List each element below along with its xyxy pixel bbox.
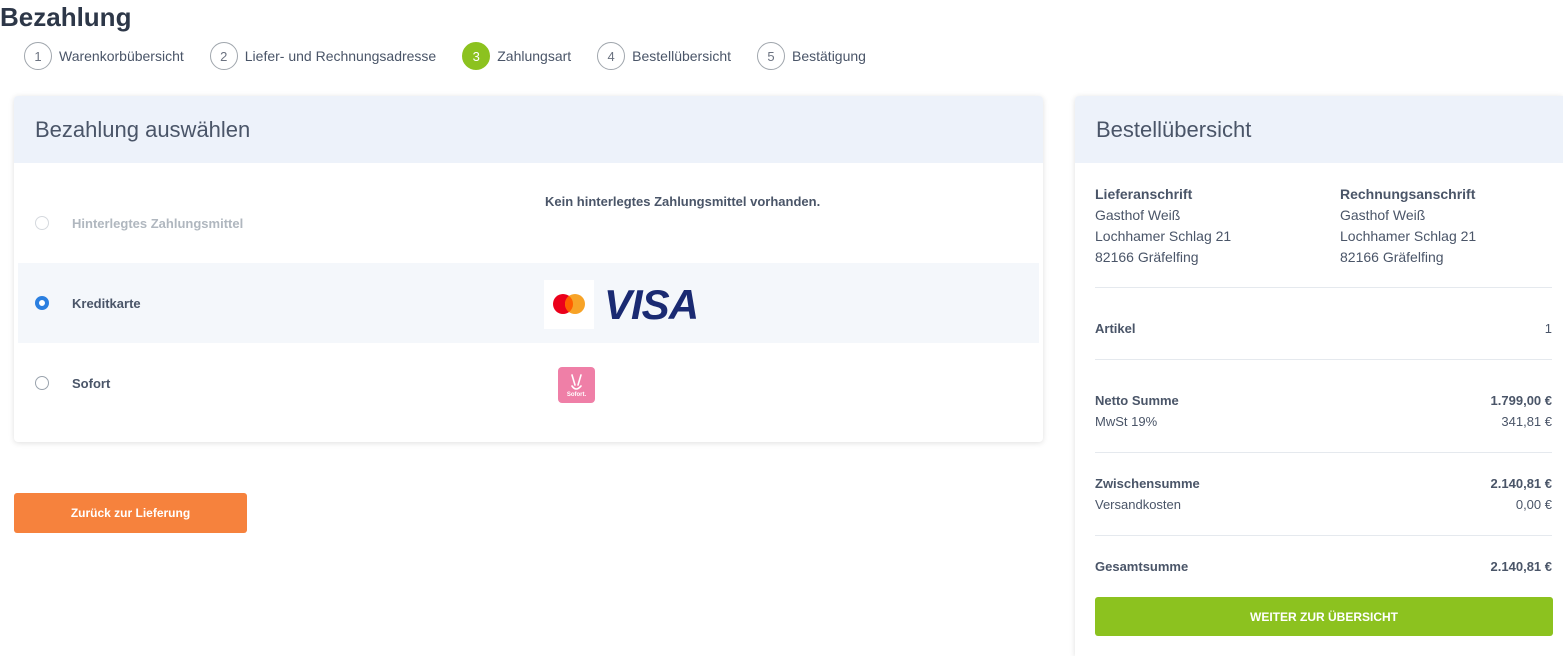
radio-stored-method[interactable]	[35, 216, 49, 230]
grand-total-label: Gesamtsumme	[1095, 559, 1189, 574]
step-label: Bestellübersicht	[632, 48, 731, 64]
step-number: 4	[597, 42, 626, 70]
divider	[1095, 452, 1552, 453]
step-number: 3	[462, 42, 491, 70]
delivery-address-title: Lieferanschrift	[1095, 186, 1193, 202]
divider	[1095, 535, 1552, 536]
subtotal-label: Zwischensumme	[1095, 476, 1200, 491]
step-label: Bestätigung	[792, 48, 866, 64]
step-label: Zahlungsart	[497, 48, 572, 64]
payment-option-label: Sofort	[72, 376, 111, 391]
shipping-label: Versandkosten	[1095, 497, 1182, 512]
billing-name: Gasthof Weiß	[1340, 207, 1426, 223]
delivery-name: Gasthof Weiß	[1095, 207, 1181, 223]
delivery-street: Lochhamer Schlag 21	[1095, 228, 1232, 244]
vat-value: 341,81 €	[1501, 414, 1552, 429]
payment-option-creditcard[interactable]: Kreditkarte	[18, 263, 1039, 343]
shipping-row: Versandkosten 0,00 €	[1095, 497, 1552, 512]
payment-card: Bezahlung auswählen Hinterlegtes Zahlung…	[14, 96, 1043, 442]
radio-creditcard[interactable]	[35, 296, 49, 310]
vat-label: MwSt 19%	[1095, 414, 1158, 429]
payment-option-label: Kreditkarte	[72, 296, 141, 311]
step-payment[interactable]: 3 Zahlungsart	[462, 42, 571, 70]
items-count: 1	[1544, 321, 1552, 336]
step-order-overview[interactable]: 4 Bestellübersicht	[597, 42, 731, 70]
delivery-address: Lieferanschrift Gasthof Weiß Lochhamer S…	[1095, 184, 1231, 268]
back-to-delivery-button[interactable]: Zurück zur Lieferung	[14, 493, 247, 533]
billing-street: Lochhamer Schlag 21	[1340, 228, 1477, 244]
payment-option-label: Hinterlegtes Zahlungsmittel	[72, 216, 244, 231]
grand-total-value: 2.140,81 €	[1490, 559, 1552, 574]
payment-option-sofort[interactable]: Sofort	[18, 343, 1039, 423]
payment-heading: Bezahlung auswählen	[14, 96, 1043, 163]
net-total-value: 1.799,00 €	[1490, 393, 1552, 408]
shipping-value: 0,00 €	[1515, 497, 1552, 512]
step-label: Liefer- und Rechnungsadresse	[244, 48, 437, 64]
billing-city: 82166 Gräfelfing	[1340, 249, 1444, 265]
page-title: Bezahlung	[0, 2, 132, 32]
delivery-city: 82166 Gräfelfing	[1095, 249, 1199, 265]
subtotal-row: Zwischensumme 2.140,81 €	[1095, 476, 1552, 491]
radio-sofort[interactable]	[35, 376, 49, 390]
divider	[1095, 359, 1552, 360]
visa-logo-icon: VISA	[604, 281, 699, 328]
billing-address: Rechnungsanschrift Gasthof Weiß Lochhame…	[1340, 184, 1476, 268]
subtotal-value: 2.140,81 €	[1490, 476, 1552, 491]
net-total-label: Netto Summe	[1095, 393, 1179, 408]
billing-address-title: Rechnungsanschrift	[1340, 186, 1476, 202]
divider	[1095, 287, 1552, 288]
vat-row: MwSt 19% 341,81 €	[1095, 414, 1552, 429]
step-address[interactable]: 2 Liefer- und Rechnungsadresse	[209, 42, 437, 70]
step-label: Warenkorbübersicht	[59, 48, 184, 64]
checkout-steps: 1 Warenkorbübersicht 2 Liefer- und Rechn…	[24, 41, 892, 71]
payment-option-stored[interactable]: Hinterlegtes Zahlungsmittel	[18, 183, 1039, 263]
continue-to-overview-button[interactable]: WEITER ZUR ÜBERSICHT	[1095, 597, 1553, 636]
no-stored-method-text: Kein hinterlegtes Zahlungsmittel vorhand…	[545, 194, 821, 209]
sofort-logo-icon: Sofort.	[558, 367, 595, 403]
items-label: Artikel	[1095, 321, 1136, 336]
step-number: 5	[757, 42, 785, 70]
step-confirmation[interactable]: 5 Bestätigung	[757, 42, 866, 70]
grand-total-row: Gesamtsumme 2.140,81 €	[1095, 559, 1552, 574]
items-row: Artikel 1	[1095, 321, 1552, 336]
order-summary-card: Bestellübersicht Lieferanschrift Gasthof…	[1075, 96, 1563, 656]
step-cart[interactable]: 1 Warenkorbübersicht	[24, 42, 184, 70]
mastercard-logo-icon	[544, 280, 594, 329]
step-number: 1	[24, 42, 52, 70]
net-total-row: Netto Summe 1.799,00 €	[1095, 393, 1552, 408]
sofort-logo-label: Sofort.	[566, 392, 587, 398]
summary-heading: Bestellübersicht	[1075, 96, 1563, 163]
step-number: 2	[209, 42, 238, 70]
